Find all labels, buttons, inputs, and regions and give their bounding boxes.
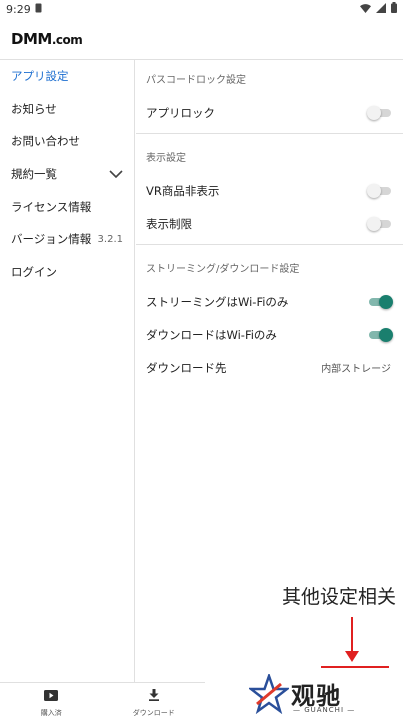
- app-lock-toggle[interactable]: [367, 105, 391, 120]
- sidebar: アプリ設定 お知らせ お問い合わせ 規約一覧 ライセンス情報 バージョン情報 3…: [0, 60, 135, 682]
- row-streaming-wifi[interactable]: ストリーミングはWi-Fiのみ: [136, 285, 403, 318]
- row-label: 表示制限: [146, 216, 192, 231]
- row-label: アプリロック: [146, 105, 215, 120]
- divider: [136, 133, 403, 134]
- row-download-destination[interactable]: ダウンロード先 内部ストレージ: [136, 351, 403, 384]
- status-time: 9:29: [6, 2, 31, 16]
- streaming-wifi-toggle[interactable]: [369, 294, 393, 309]
- sidebar-item-label: お知らせ: [11, 101, 57, 116]
- version-value: 3.2.1: [97, 233, 123, 245]
- watermark-subtext: — GUANCHI —: [293, 706, 356, 714]
- download-wifi-toggle[interactable]: [369, 327, 393, 342]
- sidebar-item-label: ログイン: [11, 264, 57, 279]
- annotation-arrow-line: [351, 617, 353, 653]
- sidebar-item-news[interactable]: お知らせ: [0, 93, 134, 126]
- sidebar-item-label: お問い合わせ: [11, 134, 80, 149]
- row-label: ダウンロードはWi-Fiのみ: [146, 327, 277, 342]
- sidebar-item-app-settings[interactable]: アプリ設定: [0, 60, 134, 93]
- status-bar: 9:29: [0, 0, 403, 18]
- sidebar-item-label: バージョン情報: [11, 232, 92, 247]
- nav-label: 購入済: [40, 708, 62, 717]
- nav-label: ダウンロード: [132, 708, 175, 717]
- section-title-display: 表示設定: [146, 152, 186, 164]
- signal-icon: [376, 2, 386, 16]
- wifi-icon: [360, 3, 371, 16]
- row-display-restriction[interactable]: 表示制限: [136, 207, 403, 240]
- dmm-logo[interactable]: DMM.com: [11, 29, 83, 48]
- annotation-arrow-icon: [345, 651, 359, 662]
- sidebar-item-login[interactable]: ログイン: [0, 256, 134, 289]
- section-title-streaming: ストリーミング/ダウンロード設定: [146, 263, 300, 275]
- row-label: ストリーミングはWi-Fiのみ: [146, 294, 289, 309]
- status-left: 9:29: [6, 3, 42, 16]
- section-title-passcode: パスコードロック設定: [146, 74, 246, 86]
- annotation-underline: [321, 666, 389, 668]
- sidebar-item-terms[interactable]: 規約一覧: [0, 158, 134, 191]
- app-header: DMM.com: [0, 18, 403, 60]
- row-vr-hide[interactable]: VR商品非表示: [136, 174, 403, 207]
- divider: [136, 244, 403, 245]
- sidebar-item-label: 規約一覧: [11, 167, 57, 182]
- settings-content: パスコードロック設定 アプリロック 表示設定 VR商品非表示 表示制限 ストリー…: [136, 60, 403, 384]
- row-label: ダウンロード先: [146, 360, 227, 375]
- row-download-wifi[interactable]: ダウンロードはWi-Fiのみ: [136, 318, 403, 351]
- sidebar-item-contact[interactable]: お問い合わせ: [0, 125, 134, 158]
- row-label: VR商品非表示: [146, 183, 220, 198]
- sidebar-item-label: アプリ設定: [11, 69, 69, 84]
- row-app-lock[interactable]: アプリロック: [136, 96, 403, 129]
- watermark: 观驰 — GUANCHI —: [247, 672, 379, 718]
- nav-item-download[interactable]: ダウンロード: [103, 683, 206, 720]
- battery-icon: [391, 2, 397, 16]
- sim-icon: [35, 3, 42, 16]
- display-restriction-toggle[interactable]: [367, 216, 391, 231]
- nav-item-purchased[interactable]: 購入済: [0, 683, 103, 720]
- logo-main: DMM: [11, 29, 52, 48]
- logo-suffix: .com: [51, 32, 83, 47]
- download-destination-value: 内部ストレージ: [321, 364, 391, 375]
- chevron-down-icon[interactable]: [109, 167, 123, 181]
- status-right: [360, 2, 397, 16]
- star-logo-icon: [247, 672, 291, 718]
- vr-hide-toggle[interactable]: [367, 183, 391, 198]
- annotation-text: 其他设定相关: [282, 586, 397, 608]
- download-icon: [148, 686, 160, 705]
- sidebar-item-version[interactable]: バージョン情報 3.2.1: [0, 223, 134, 256]
- play-icon: [44, 686, 59, 705]
- sidebar-item-label: ライセンス情報: [11, 199, 92, 214]
- sidebar-item-license[interactable]: ライセンス情報: [0, 190, 134, 223]
- bottom-nav: 購入済 ダウンロード: [0, 682, 205, 720]
